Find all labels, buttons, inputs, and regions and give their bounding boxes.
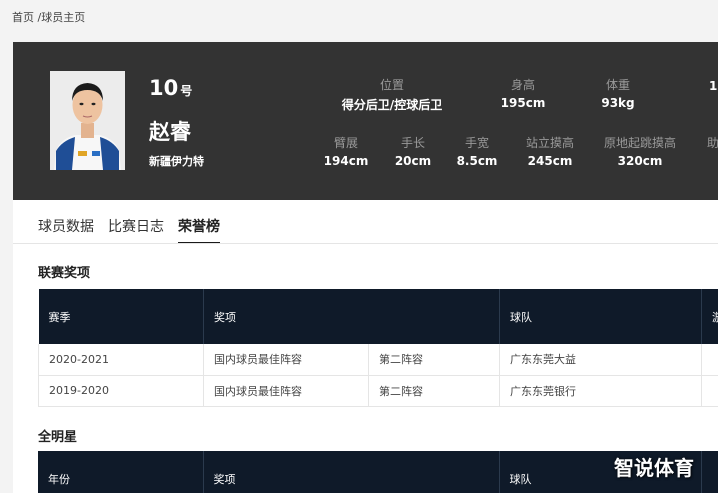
content-panel: 球员数据 比赛日志 荣誉榜 联赛奖项 赛季 奖项 球队 游 2020-2021 … — [13, 200, 718, 493]
league-awards-table: 赛季 奖项 球队 游 2020-2021 国内球员最佳阵容 第二阵容 广东东莞大… — [38, 289, 718, 407]
col-award: 奖项 — [203, 451, 368, 493]
player-team: 新疆伊力特 — [149, 155, 204, 168]
tab-player-data[interactable]: 球员数据 — [38, 216, 94, 244]
stat-weight: 体重 93kg — [601, 78, 635, 110]
table-row: 2019-2020 国内球员最佳阵容 第二阵容 广东东莞银行 — [38, 375, 718, 407]
all-star-title: 全明星 — [38, 430, 78, 445]
tab-game-log[interactable]: 比赛日志 — [108, 216, 164, 244]
jersey-number: 10 号 — [149, 76, 193, 100]
stat-hand-length: 手长 20cm — [394, 136, 432, 168]
col-extra: 游 — [701, 289, 718, 344]
player-header: 10 号 赵睿 新疆伊力特 位置 得分后卫/控球后卫 身高 195cm 体重 93… — [13, 42, 718, 200]
stat-vertical-reach: 原地起跳摸高 320cm — [603, 136, 677, 168]
col-team: 球队 — [499, 289, 702, 344]
watermark: 智说体育 — [614, 456, 694, 480]
stat-height: 身高 195cm — [500, 78, 546, 110]
stat-running-reach: 助 — [707, 136, 718, 150]
col-award-detail — [368, 289, 500, 344]
table-header-row: 赛季 奖项 球队 游 — [38, 289, 718, 344]
player-name: 赵睿 — [149, 120, 191, 144]
tab-honors[interactable]: 荣誉榜 — [178, 216, 220, 244]
stat-birth: 199 — [709, 79, 718, 93]
col-season: 赛季 — [38, 289, 204, 344]
col-extra — [701, 451, 718, 493]
tab-divider — [13, 243, 718, 244]
league-awards-title: 联赛奖项 — [38, 266, 91, 281]
col-award: 奖项 — [203, 289, 369, 344]
stat-standing-reach: 站立摸高 245cm — [525, 136, 575, 168]
stat-wingspan: 臂展 194cm — [323, 136, 369, 168]
tab-bar: 球员数据 比赛日志 荣誉榜 — [38, 216, 220, 244]
col-award-detail — [368, 451, 500, 493]
table-row: 2020-2021 国内球员最佳阵容 第二阵容 广东东莞大益 — [38, 344, 718, 376]
breadcrumb[interactable]: 首页 /球员主页 — [12, 9, 85, 25]
stat-position: 位置 得分后卫/控球后卫 — [341, 78, 443, 112]
col-year: 年份 — [38, 451, 204, 493]
player-photo — [50, 71, 125, 170]
stat-hand-width: 手宽 8.5cm — [456, 136, 498, 168]
